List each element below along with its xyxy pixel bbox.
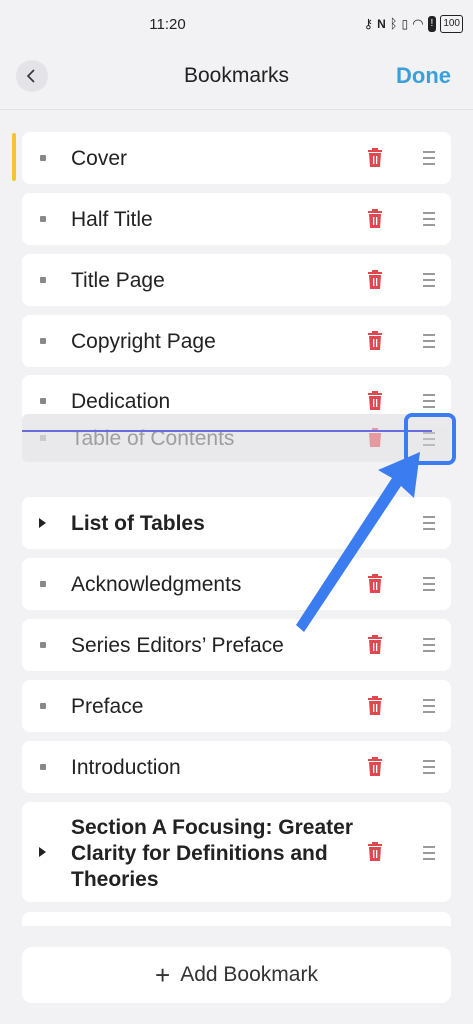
bluetooth-icon: ᛒ [389, 16, 398, 31]
drag-handle-icon[interactable] [423, 846, 435, 860]
drag-handle-icon[interactable] [423, 212, 435, 226]
trash-icon[interactable] [367, 842, 383, 861]
trash-icon[interactable] [367, 696, 383, 715]
drop-indicator [22, 430, 432, 432]
bookmark-item[interactable]: Introduction [22, 741, 451, 793]
bookmark-label: Introduction [71, 756, 181, 779]
bookmark-item[interactable]: Title Page [22, 254, 451, 306]
trash-icon[interactable] [367, 148, 383, 167]
expand-arrow-icon[interactable] [39, 518, 46, 528]
bookmark-label: List of Tables [71, 512, 205, 535]
current-bookmark-marker [12, 133, 16, 181]
trash-icon[interactable] [367, 209, 383, 228]
bookmark-item[interactable]: Copyright Page [22, 315, 451, 367]
bookmark-label: Title Page [71, 269, 165, 292]
bookmark-label: Half Title [71, 208, 153, 231]
bullet-icon [40, 435, 46, 441]
drag-handle-icon[interactable] [423, 577, 435, 591]
trash-icon[interactable] [367, 331, 383, 350]
drag-handle-icon[interactable] [423, 273, 435, 287]
header: Bookmarks Done [0, 44, 473, 108]
bookmark-label: Preface [71, 695, 144, 718]
bookmark-item[interactable]: Preface [22, 680, 451, 732]
bookmark-item[interactable]: Acknowledgments [22, 558, 451, 610]
bullet-icon [40, 338, 46, 344]
bullet-icon [40, 155, 46, 161]
bookmark-label: Dedication [71, 390, 171, 413]
drag-handle-icon[interactable] [423, 760, 435, 774]
vibrate-icon: ▯ [401, 17, 409, 31]
expand-arrow-icon[interactable] [39, 847, 46, 857]
bullet-icon [40, 216, 46, 222]
bookmark-label: Section A Focusing: Greater Clarity for … [71, 816, 353, 891]
bookmark-item[interactable]: Series Editors’ Preface [22, 619, 451, 671]
plus-icon: + [155, 960, 171, 990]
battery-icon: 100 [440, 15, 463, 33]
drag-handle-icon[interactable] [423, 334, 435, 348]
trash-icon[interactable] [367, 635, 383, 654]
bullet-icon [40, 277, 46, 283]
bullet-icon [40, 642, 46, 648]
dragging-bookmark-item[interactable]: Table of Contents [22, 414, 451, 462]
drag-handle-icon[interactable] [423, 699, 435, 713]
bookmark-item[interactable]: List of Tables [22, 497, 451, 549]
drag-handle-icon[interactable] [423, 432, 435, 446]
bullet-icon [40, 764, 46, 770]
bookmark-item[interactable]: Section A Focusing: Greater Clarity for … [22, 802, 451, 902]
trash-icon[interactable] [367, 391, 383, 410]
header-divider [0, 109, 473, 110]
bookmark-label: Cover [71, 147, 128, 170]
add-bookmark-label: Add Bookmark [180, 963, 318, 986]
bookmark-item[interactable]: Cover [22, 132, 451, 184]
bookmark-label: Copyright Page [71, 330, 216, 353]
bookmark-label: Series Editors’ Preface [71, 634, 284, 657]
nfc-icon: N [377, 17, 386, 31]
bookmark-item-partial [22, 912, 451, 926]
trash-icon[interactable] [367, 757, 383, 776]
bookmark-label: Acknowledgments [71, 573, 242, 596]
trash-icon[interactable] [367, 574, 383, 593]
drag-handle-icon[interactable] [423, 516, 435, 530]
add-bookmark-button[interactable]: + Add Bookmark [22, 947, 451, 1003]
done-button[interactable]: Done [396, 63, 451, 89]
status-bar: 11:20 ⚷ N ᛒ ▯ ◠ ! 100 [0, 0, 473, 44]
wifi-icon: ◠ [412, 16, 424, 31]
key-icon: ⚷ [363, 16, 374, 31]
drag-handle-icon[interactable] [423, 151, 435, 165]
status-icons: ⚷ N ᛒ ▯ ◠ ! 100 [364, 15, 463, 33]
bullet-icon [40, 398, 46, 404]
bullet-icon [40, 703, 46, 709]
drag-handle-icon[interactable] [423, 638, 435, 652]
alert-icon: ! [427, 16, 437, 32]
status-time: 11:20 [149, 16, 186, 33]
bookmark-item[interactable]: Half Title [22, 193, 451, 245]
drag-handle-icon[interactable] [423, 394, 435, 408]
bullet-icon [40, 581, 46, 587]
trash-icon[interactable] [367, 270, 383, 289]
